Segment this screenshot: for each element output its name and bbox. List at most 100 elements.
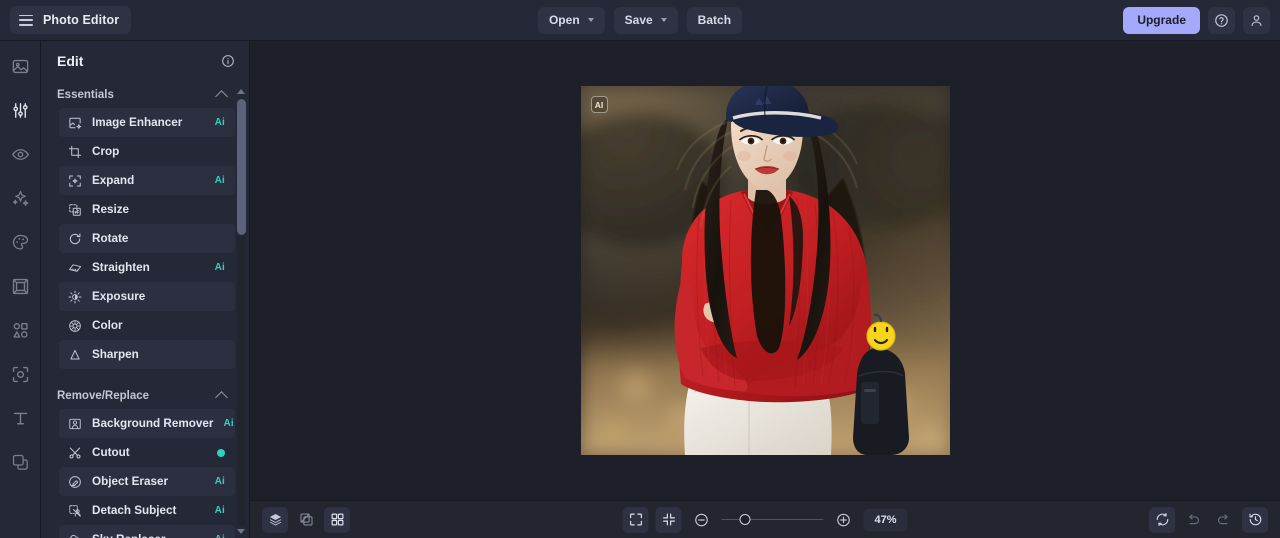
app-root: Photo Editor Open Save Batch Upgrade Edi… — [0, 0, 1280, 538]
chevron-down-icon — [660, 18, 667, 22]
rail-item-layers[interactable] — [7, 449, 33, 475]
tool-object-eraser[interactable]: Object Eraser Ai — [59, 467, 235, 496]
tool-label: Detach Subject — [92, 504, 177, 517]
tool-label: Expand — [92, 174, 135, 187]
tool-label: Straighten — [92, 261, 150, 274]
fit-to-screen-icon[interactable] — [622, 506, 649, 533]
tool-color[interactable]: Color — [59, 311, 235, 340]
rail-item-text[interactable] — [7, 405, 33, 431]
tool-panel-header: Edit — [41, 41, 249, 80]
zoom-in-icon[interactable] — [831, 507, 857, 533]
history-icon[interactable] — [1242, 506, 1268, 533]
ai-watermark-badge: AI — [590, 96, 608, 113]
scroll-down-arrow-icon[interactable] — [237, 529, 245, 534]
rotate-icon — [67, 231, 82, 246]
rail-item-cutout[interactable] — [7, 361, 33, 387]
rail-item-effects[interactable] — [7, 185, 33, 211]
layers-stack-icon[interactable] — [262, 506, 288, 533]
zoom-slider-handle[interactable] — [739, 514, 751, 525]
group-header-remove-replace[interactable]: Remove/Replace — [41, 383, 235, 409]
scrollbar-thumb[interactable] — [236, 99, 246, 235]
shrink-to-fit-icon[interactable] — [655, 506, 682, 533]
save-label: Save — [624, 13, 653, 27]
tool-label: Color — [92, 319, 123, 332]
tool-image-enhancer[interactable]: Image Enhancer Ai — [59, 108, 235, 137]
reset-icon[interactable] — [1149, 506, 1175, 533]
group-name: Essentials — [57, 89, 114, 101]
tool-rotate[interactable]: Rotate — [59, 224, 235, 253]
help-circle-icon[interactable] — [1208, 6, 1235, 34]
zoom-slider-track[interactable] — [721, 518, 824, 521]
scrollbar-track[interactable] — [236, 97, 246, 526]
tool-label: Rotate — [92, 232, 129, 245]
image-enhancer-icon — [67, 115, 82, 130]
rail-item-retouch[interactable] — [7, 141, 33, 167]
tool-background-remover[interactable]: Background Remover Ai — [59, 409, 235, 438]
edited-photo[interactable] — [580, 86, 950, 455]
zoom-out-icon[interactable] — [689, 507, 715, 533]
canvas-column: AI 47% — [250, 41, 1280, 538]
app-menu-button[interactable]: Photo Editor — [10, 6, 132, 34]
top-bar-right: Upgrade — [1123, 6, 1270, 34]
hamburger-icon[interactable] — [19, 14, 33, 26]
top-bar: Photo Editor Open Save Batch Upgrade — [0, 0, 1280, 41]
panel-scrollbar[interactable] — [235, 89, 247, 534]
status-badge — [217, 448, 225, 457]
tool-label: Sky Replacer — [92, 533, 165, 538]
tool-straighten[interactable]: Straighten Ai — [59, 253, 235, 282]
tool-sky-replacer[interactable]: Sky Replacer Ai — [59, 525, 235, 538]
redo-icon[interactable] — [1211, 507, 1237, 533]
tool-sharpen[interactable]: Sharpen — [59, 340, 235, 369]
batch-button[interactable]: Batch — [686, 6, 743, 34]
open-label: Open — [548, 13, 580, 27]
tool-expand[interactable]: Expand Ai — [59, 166, 235, 195]
zoom-level-value[interactable]: 47% — [863, 508, 908, 531]
compare-split-icon[interactable] — [293, 507, 319, 533]
tool-panel: Edit Essentials Image Enhancer Ai Crop E… — [41, 41, 250, 538]
grid-view-icon[interactable] — [324, 506, 350, 533]
rail-item-shapes[interactable] — [7, 317, 33, 343]
photo-wrapper: AI — [580, 86, 950, 455]
ai-badge: Ai — [215, 534, 225, 538]
chevron-up-icon[interactable] — [215, 391, 228, 404]
rail-item-adjust[interactable] — [7, 97, 33, 123]
chevron-down-icon — [587, 18, 594, 22]
ai-badge: Ai — [214, 505, 225, 516]
user-icon[interactable] — [1243, 6, 1270, 34]
save-button[interactable]: Save — [613, 6, 678, 34]
tool-label: Image Enhancer — [92, 116, 183, 129]
scissors-icon — [67, 445, 82, 460]
tool-panel-body: Essentials Image Enhancer Ai Crop Expand… — [41, 80, 249, 538]
canvas-area[interactable]: AI — [250, 41, 1280, 500]
info-circle-icon[interactable] — [221, 54, 235, 68]
rail-item-image[interactable] — [7, 53, 33, 79]
tool-cutout[interactable]: Cutout — [59, 438, 235, 467]
tool-crop[interactable]: Crop — [59, 137, 235, 166]
ai-badge: Ai — [214, 262, 225, 273]
sharpen-icon — [67, 347, 82, 362]
tool-label: Object Eraser — [92, 475, 169, 488]
resize-icon — [67, 202, 82, 217]
open-button[interactable]: Open — [537, 6, 605, 34]
ai-badge: Ai — [214, 175, 225, 186]
tool-label: Crop — [92, 145, 120, 158]
tool-exposure[interactable]: Exposure — [59, 282, 235, 311]
upgrade-button[interactable]: Upgrade — [1123, 6, 1200, 34]
rail-item-color[interactable] — [7, 229, 33, 255]
zoom-slider[interactable] — [721, 513, 824, 527]
chevron-up-icon[interactable] — [215, 90, 228, 103]
group-header-essentials[interactable]: Essentials — [41, 82, 235, 108]
scroll-up-arrow-icon[interactable] — [237, 89, 245, 94]
tool-detach-subject[interactable]: Detach Subject Ai — [59, 496, 235, 525]
ai-badge: Ai — [214, 117, 225, 128]
rail-item-frame[interactable] — [7, 273, 33, 299]
bottom-bar-left — [262, 506, 350, 533]
undo-icon[interactable] — [1180, 507, 1206, 533]
ai-badge: Ai — [223, 418, 234, 429]
zoom-controls: 47% — [622, 506, 908, 533]
tool-resize[interactable]: Resize — [59, 195, 235, 224]
tool-label: Resize — [92, 203, 130, 216]
batch-label: Batch — [697, 13, 732, 27]
detach-subject-icon — [67, 503, 82, 518]
tool-label: Exposure — [92, 290, 146, 303]
